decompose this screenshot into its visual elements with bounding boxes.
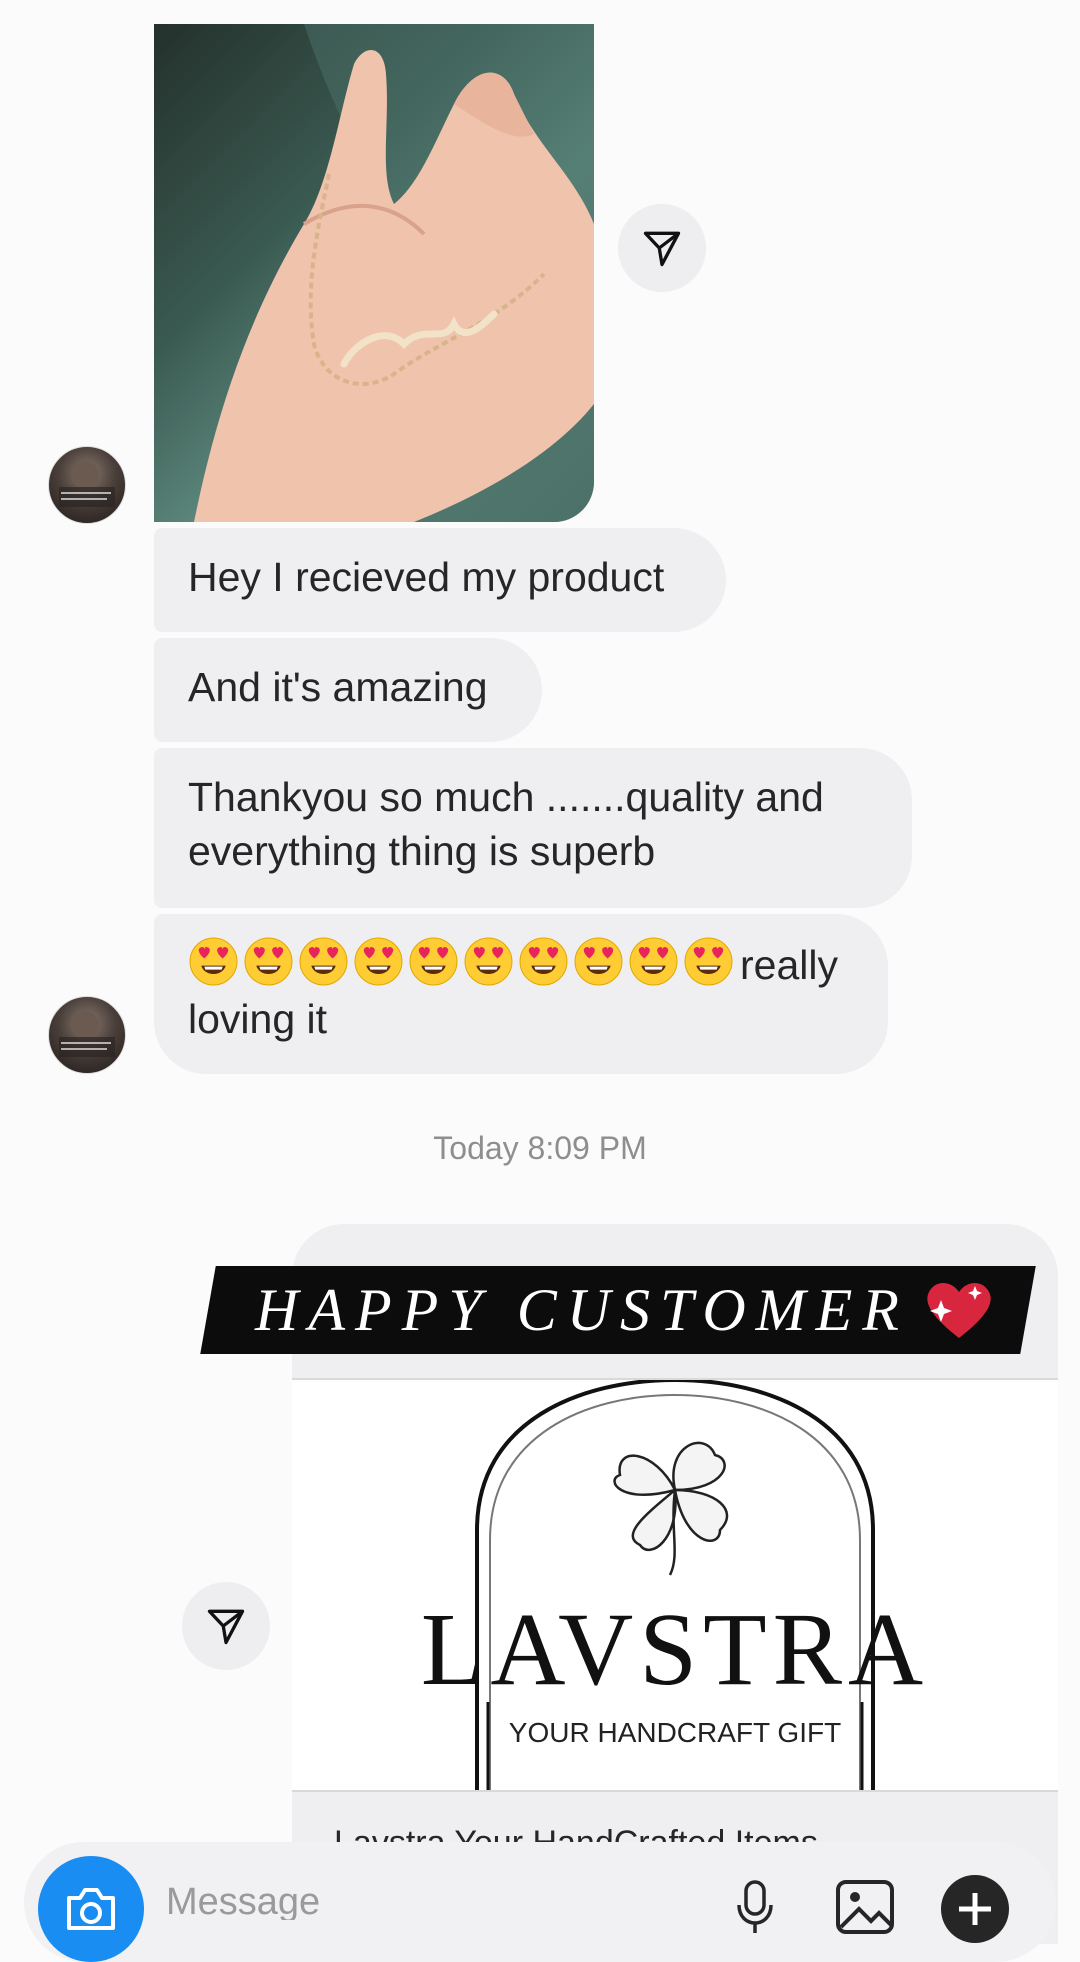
timestamp: Today 8:09 PM [433, 1130, 647, 1166]
message-bubble[interactable]: Hey I recieved my product [154, 528, 726, 632]
gallery-icon [836, 1880, 894, 1934]
heart-eyes-emoji-icon [244, 937, 293, 986]
avatar[interactable] [48, 446, 126, 524]
share-button[interactable] [182, 1582, 270, 1670]
avatar[interactable] [48, 996, 126, 1074]
camera-button[interactable] [38, 1856, 144, 1962]
clover-icon [613, 1441, 729, 1576]
heart-eyes-emoji-icon [574, 937, 623, 986]
banner-title: HAPPY CUSTOMER [230, 1266, 1020, 1354]
share-button[interactable] [618, 204, 706, 292]
microphone-button[interactable] [720, 1872, 790, 1942]
received-photo[interactable] [154, 24, 594, 522]
send-icon [643, 231, 681, 267]
message-bubble[interactable]: Thankyou so much .......quality and ever… [154, 748, 912, 908]
heart-eyes-emoji-icon [299, 937, 348, 986]
brand-name: LAVSTRA [420, 1592, 930, 1707]
message-bubble[interactable]: really loving it [154, 914, 888, 1074]
microphone-icon [737, 1880, 773, 1933]
camera-icon [67, 1888, 115, 1930]
send-icon [207, 1609, 245, 1645]
heart-eyes-emoji-icon [189, 937, 238, 986]
message-bubble[interactable]: And it's amazing [154, 638, 542, 742]
brand-tagline: YOUR HANDCRAFT GIFT [508, 1717, 842, 1748]
message-text: And it's amazing [188, 664, 488, 710]
plus-icon [941, 1875, 1009, 1943]
banner-text: HAPPY CUSTOMER [255, 1276, 909, 1343]
gallery-button[interactable] [830, 1872, 900, 1942]
more-button[interactable] [940, 1874, 1010, 1944]
message-text: Thankyou so much .......quality and ever… [188, 774, 824, 874]
heart-eyes-emoji-icon [464, 937, 513, 986]
message-input[interactable] [166, 1884, 586, 1920]
heart-eyes-emoji-row [188, 936, 738, 987]
heart-eyes-emoji-icon [629, 937, 678, 986]
heart-eyes-emoji-icon [409, 937, 458, 986]
heart-eyes-emoji-icon [354, 937, 403, 986]
heart-eyes-emoji-icon [684, 937, 733, 986]
sparkling-heart-icon [927, 1283, 991, 1338]
message-text: Hey I recieved my product [188, 554, 665, 600]
heart-eyes-emoji-icon [519, 937, 568, 986]
